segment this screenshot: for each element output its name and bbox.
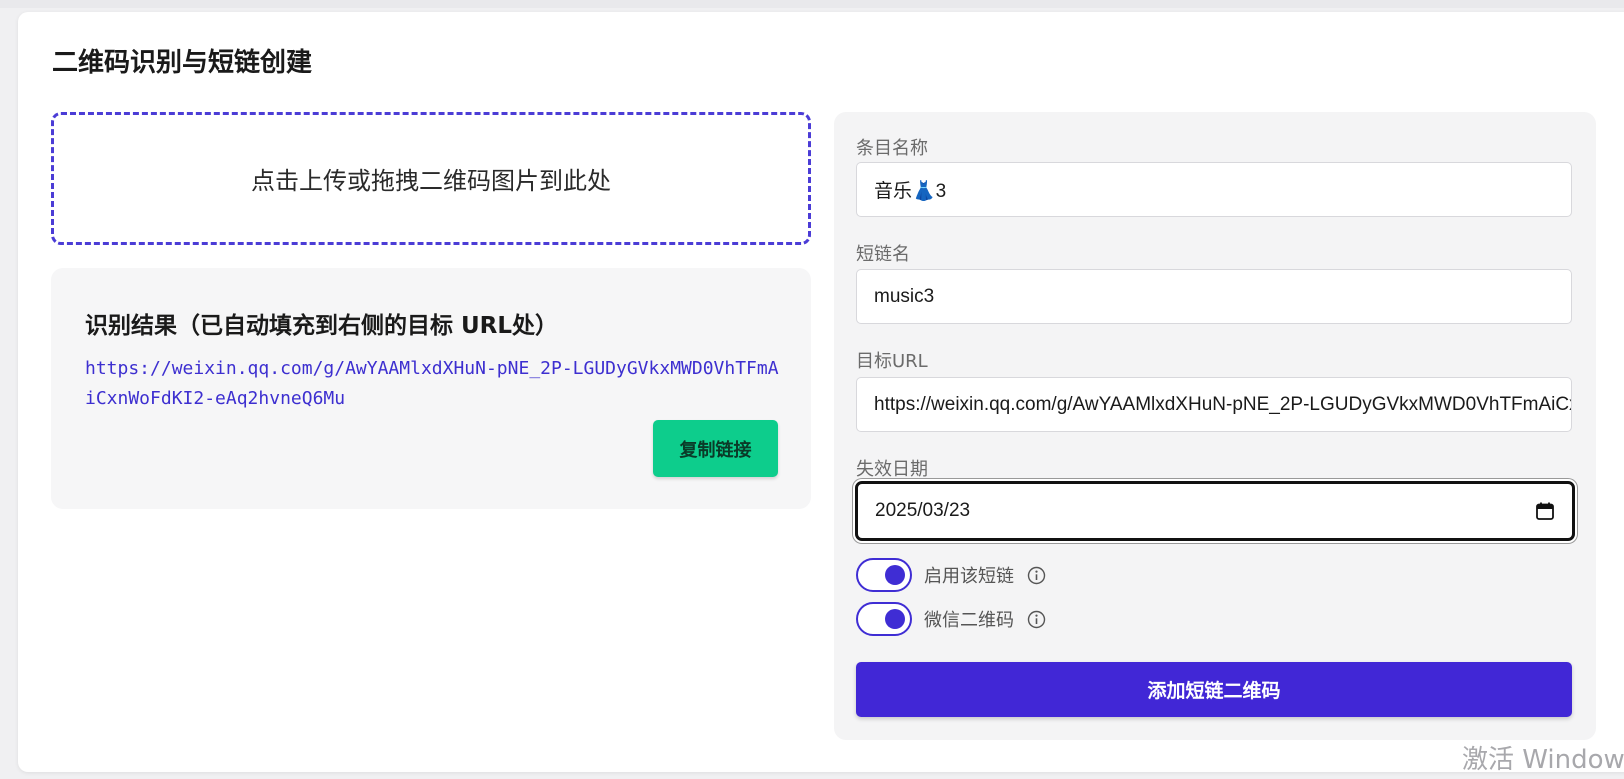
toggle-knob	[885, 609, 905, 629]
result-title: 识别结果（已自动填充到右侧的目标 URL处）	[85, 313, 559, 339]
slug-value: music3	[874, 285, 935, 307]
name-label: 条目名称	[856, 138, 928, 159]
page-title: 二维码识别与短链创建	[52, 48, 313, 78]
top-strip	[0, 0, 1624, 8]
name-input[interactable]: 音乐👗3	[856, 162, 1572, 217]
expiry-date-value: 2025/03/23	[875, 500, 971, 521]
enable-label: 启用该短链	[924, 566, 1014, 587]
target-url-input[interactable]: https://weixin.qq.com/g/AwYAAMlxdXHuN-pN…	[856, 377, 1572, 432]
upload-prompt: 点击上传或拖拽二维码图片到此处	[251, 167, 611, 195]
upload-dropzone[interactable]: 点击上传或拖拽二维码图片到此处	[51, 112, 811, 245]
enable-toggle[interactable]	[856, 558, 912, 592]
copy-link-button[interactable]: 复制链接	[653, 420, 778, 477]
expiry-date-input[interactable]: 2025/03/23	[855, 481, 1575, 541]
slug-input[interactable]: music3	[856, 269, 1572, 324]
windows-activation-watermark: 激活 Windows	[1462, 745, 1624, 775]
target-url-label: 目标URL	[856, 351, 928, 372]
form-panel: 条目名称 音乐👗3 短链名 music3 目标URL https://weixi…	[834, 112, 1596, 740]
expiry-date-label: 失效日期	[856, 459, 928, 480]
wechat-qrcode-label: 微信二维码	[924, 610, 1014, 631]
slug-label: 短链名	[856, 244, 910, 265]
add-shortlink-button[interactable]: 添加短链二维码	[856, 662, 1572, 717]
target-url-value: https://weixin.qq.com/g/AwYAAMlxdXHuN-pN…	[874, 393, 1571, 415]
wechat-toggle-row: 微信二维码	[856, 602, 1046, 636]
result-panel: 识别结果（已自动填充到右侧的目标 URL处） https://weixin.qq…	[51, 268, 811, 509]
enable-toggle-row: 启用该短链	[856, 558, 1046, 592]
wechat-qrcode-toggle[interactable]	[856, 602, 912, 636]
name-value: 音乐👗3	[874, 181, 947, 202]
toggle-knob	[885, 565, 905, 585]
info-icon[interactable]	[1027, 610, 1046, 629]
info-icon[interactable]	[1027, 566, 1046, 585]
calendar-icon[interactable]	[1535, 501, 1555, 521]
result-url: https://weixin.qq.com/g/AwYAAMlxdXHuN-pN…	[85, 358, 779, 409]
